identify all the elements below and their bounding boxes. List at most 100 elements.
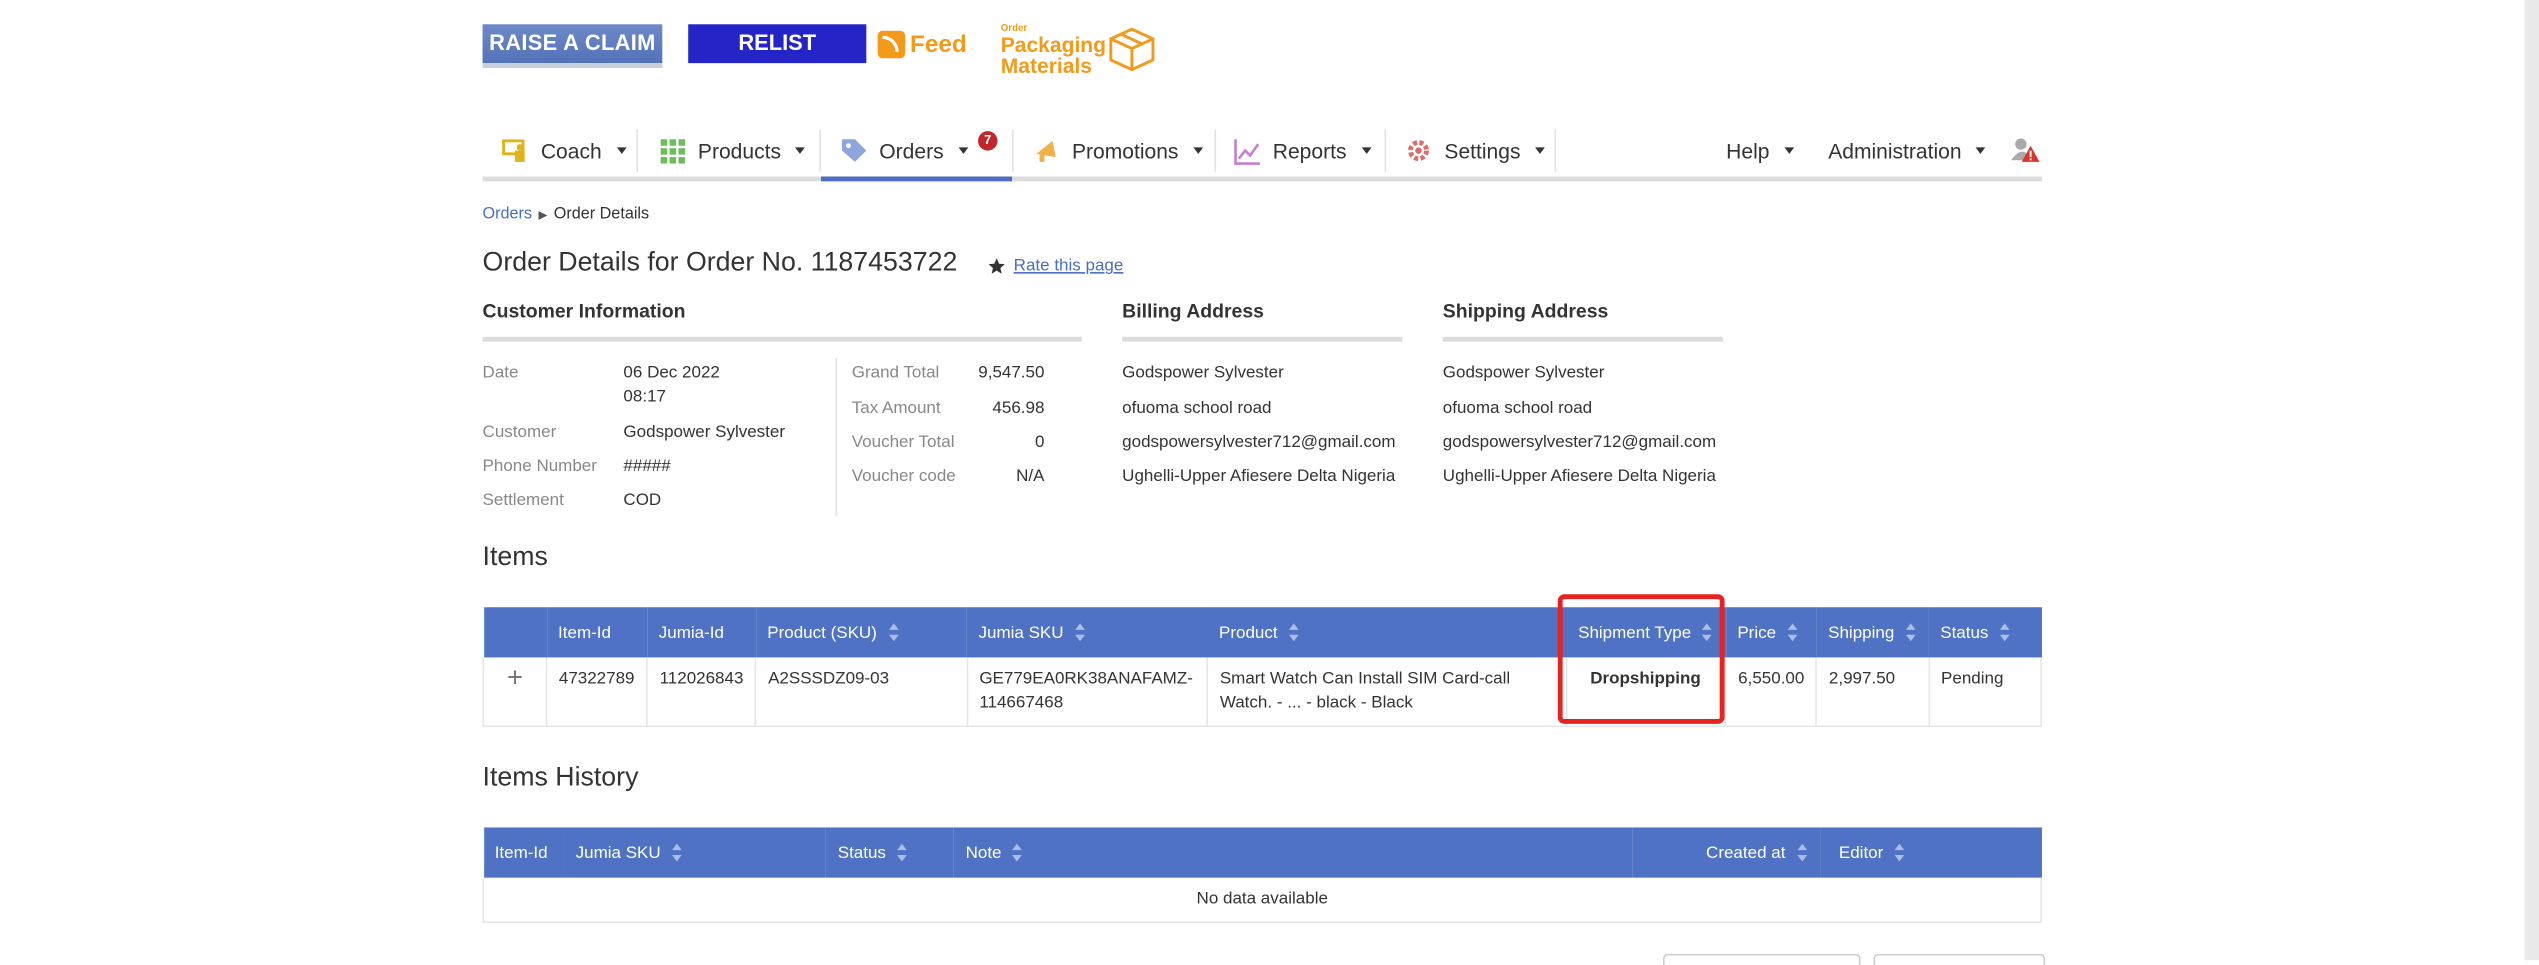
vertical-scrollbar[interactable] (2524, 0, 2539, 961)
rate-page[interactable]: Rate this page (988, 256, 1124, 275)
sort-icon (1787, 623, 1798, 642)
cell-jumia-sku-line2: 114667468 (979, 693, 1064, 713)
main-nav: Coach Products Orders Promotions Reports… (483, 125, 2042, 177)
tax-amount-label: Tax Amount (851, 398, 941, 418)
orders-count-badge: 7 (978, 131, 998, 151)
column-header-jumia-id: Jumia-Id (647, 607, 756, 658)
nav-reports[interactable]: Reports (1234, 125, 1371, 177)
user-alert-icon[interactable] (2011, 136, 2040, 164)
nav-promotions-label: Promotions (1071, 138, 1179, 163)
items-history-heading: Items History (482, 762, 639, 792)
cell-jumia-sku: GE779EA0RK38ANAFAMZ- 114667468 (967, 657, 1209, 728)
items-table: Item-Id Jumia-Id Product (SKU) Jumia SKU… (482, 607, 2042, 728)
cell-product-sku: A2SSSDZ09-03 (755, 657, 968, 728)
cell-product-line1: Smart Watch Can Install SIM Card-call (1219, 668, 1511, 689)
box-icon (1109, 27, 1155, 72)
info-column-divider (835, 357, 838, 517)
gear-icon (1407, 139, 1430, 161)
history-column-editor[interactable]: Editor (1819, 827, 2042, 878)
shipping-divider (1442, 336, 1723, 342)
billing-email: godspowersylvester712@gmail.com (1122, 432, 1396, 452)
history-column-note[interactable]: Note (954, 827, 1632, 878)
column-header-price[interactable]: Price (1725, 607, 1817, 658)
time-value: 08:17 (623, 387, 666, 407)
nav-coach[interactable]: Coach (502, 125, 626, 177)
phone-value: ##### (623, 456, 671, 477)
nav-products[interactable]: Products (659, 125, 806, 177)
column-header-item-id: Item-Id (546, 607, 648, 658)
shipping-name: Godspower Sylvester (1442, 362, 1605, 383)
tag-icon (842, 138, 867, 162)
date-value: 06 Dec 2022 (623, 362, 720, 383)
cell-jumia-id: 112026843 (647, 657, 757, 728)
voucher-total-value: 0 (1034, 432, 1045, 452)
voucher-total-label: Voucher Total (851, 432, 955, 452)
breadcrumb: Orders ▶ Order Details (483, 206, 650, 224)
nav-orders[interactable]: Orders (840, 125, 968, 177)
rss-icon (877, 29, 906, 58)
nav-coach-label: Coach (540, 138, 602, 163)
history-column-created-at[interactable]: Created at (1631, 827, 1820, 878)
cell-status: Pending (1928, 657, 2042, 728)
settlement-label: Settlement (482, 490, 564, 511)
chevron-down-icon (1361, 147, 1371, 154)
sort-icon (1999, 623, 2011, 642)
phone-label: Phone Number (482, 456, 597, 477)
billing-divider (1122, 336, 1403, 342)
cell-jumia-sku-line1: GE779EA0RK38ANAFAMZ- (979, 668, 1193, 689)
history-header-row: Item-Id Jumia SKU Status Note Created at… (483, 827, 2042, 878)
column-header-product-sku[interactable]: Product (SKU) (755, 607, 968, 658)
nav-underline (482, 176, 2042, 182)
grid-icon (660, 138, 685, 163)
history-column-jumia-sku[interactable]: Jumia SKU (564, 827, 827, 878)
sort-icon (1905, 623, 1917, 642)
feed-link[interactable]: Feed (877, 26, 967, 62)
column-header-product[interactable]: Product (1207, 607, 1567, 658)
sort-icon (1288, 623, 1300, 642)
feed-label: Feed (910, 29, 967, 58)
customer-info-divider (482, 336, 1082, 342)
column-header-shipping[interactable]: Shipping (1816, 607, 1929, 658)
sort-icon (1012, 844, 1024, 862)
rate-page-link[interactable]: Rate this page (1014, 256, 1124, 275)
billing-city: Ughelli-Upper Afiesere Delta Nigeria (1122, 466, 1396, 486)
voucher-code-label: Voucher code (851, 466, 956, 486)
expand-row-icon[interactable]: + (482, 657, 548, 728)
sort-icon (1894, 844, 1906, 862)
nav-help[interactable]: Help (1726, 125, 1794, 177)
cell-shipping: 2,997.50 (1816, 657, 1930, 728)
chart-icon (1234, 138, 1260, 165)
order-packaging-materials-link[interactable]: Order Packaging Materials (1001, 24, 1160, 76)
customer-value: Godspower Sylvester (623, 422, 786, 443)
megaphone-icon (1036, 140, 1056, 162)
nav-administration[interactable]: Administration (1828, 125, 1986, 177)
chevron-down-icon (1535, 147, 1545, 154)
no-data-message: No data available (482, 877, 2042, 923)
cell-product-line2: Watch. - ... - black - Black (1219, 693, 1413, 713)
nav-promotions[interactable]: Promotions (1033, 125, 1203, 177)
raise-claim-button[interactable]: RAISE A CLAIM (482, 24, 663, 69)
tax-amount-value: 456.98 (992, 398, 1045, 418)
relist-request-button[interactable]: RELIST REQUEST (688, 24, 867, 94)
grand-total-value: 9,547.50 (978, 362, 1045, 383)
billing-street: ofuoma school road (1122, 398, 1272, 418)
billing-heading: Billing Address (1122, 299, 1264, 323)
chevron-down-icon (1976, 147, 1986, 154)
chevron-down-icon (616, 147, 626, 154)
column-header-jumia-sku[interactable]: Jumia SKU (967, 607, 1208, 658)
nav-orders-label: Orders (879, 138, 944, 163)
footer-button-partial[interactable] (1873, 953, 2046, 965)
cell-price: 6,550.00 (1725, 657, 1818, 728)
table-row: + 47322789 112026843 A2SSSDZ09-03 GE779E… (482, 657, 2042, 728)
page-title: Order Details for Order No. 1187453722 (482, 247, 958, 277)
nav-active-indicator (820, 176, 1013, 182)
chevron-down-icon (958, 147, 968, 154)
history-column-status[interactable]: Status (826, 827, 955, 878)
expand-column-header (483, 607, 547, 658)
footer-button-partial[interactable] (1663, 953, 1861, 965)
column-header-status[interactable]: Status (1928, 607, 2042, 658)
settlement-value: COD (623, 490, 662, 511)
chevron-down-icon (1193, 147, 1203, 154)
breadcrumb-orders-link[interactable]: Orders (483, 206, 532, 224)
nav-settings[interactable]: Settings (1406, 125, 1545, 177)
